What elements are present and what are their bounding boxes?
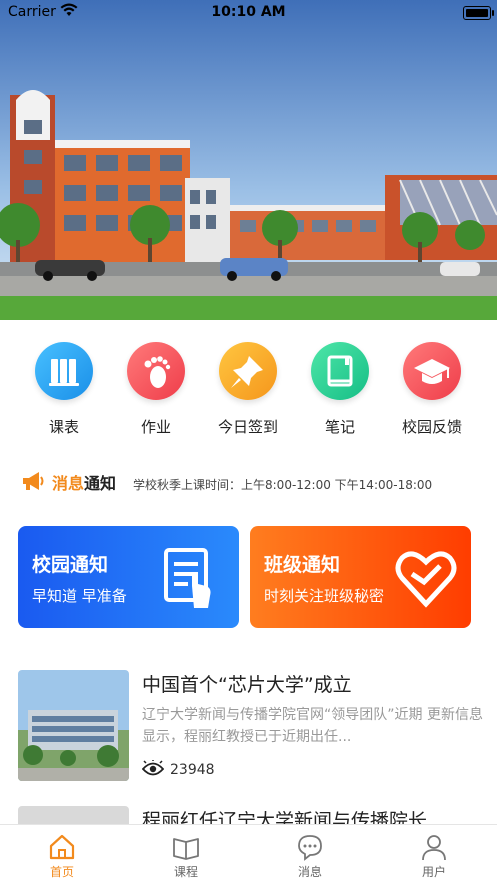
news-views: 23948 <box>141 759 215 778</box>
tab-home[interactable]: 首页 <box>27 833 97 880</box>
tab-label: 消息 <box>297 865 322 879</box>
news-thumbnail <box>18 670 129 781</box>
pin-icon <box>219 342 277 400</box>
tab-label: 课程 <box>173 865 198 879</box>
quick-action-notes[interactable]: 笔记 <box>300 342 380 437</box>
quick-action-label: 校园反馈 <box>401 418 462 436</box>
quick-action-label: 笔记 <box>324 418 355 436</box>
quick-action-checkin[interactable]: 今日签到 <box>208 342 288 437</box>
home-icon <box>49 834 75 860</box>
heart-hand-icon <box>394 546 458 612</box>
message-icon <box>298 835 322 861</box>
quick-action-label: 作业 <box>140 418 171 436</box>
tab-message[interactable]: 消息 <box>275 833 345 880</box>
footprint-icon <box>127 342 185 400</box>
battery-icon <box>463 6 494 20</box>
school-building-image <box>0 0 497 320</box>
card-title: 校园通知 <box>32 554 109 576</box>
notice-label: 通知 <box>84 474 117 493</box>
card-subtitle: 时刻关注班级秘密 <box>264 587 385 605</box>
quick-action-label: 课表 <box>48 418 79 436</box>
class-notice-card[interactable]: 班级通知 时刻关注班级秘密 <box>250 526 471 628</box>
quick-actions: 课表 作业 今日签到 笔记 校园反馈 <box>0 342 497 442</box>
card-title: 班级通知 <box>264 554 341 576</box>
card-subtitle: 早知道 早准备 <box>32 587 127 605</box>
notice-bar[interactable]: 消息 通知 学校秋季上课时间：上午8:00-12:00 下午14:00-18:0… <box>20 470 480 494</box>
hero-banner[interactable] <box>0 0 497 320</box>
clock: 10:10 AM <box>211 4 286 20</box>
view-count: 23948 <box>170 762 215 778</box>
news-title: 程丽红任辽宁大学新闻与传播院长 <box>142 810 428 826</box>
eye-icon <box>141 759 165 776</box>
clipboard-hand-icon <box>160 546 220 614</box>
quick-action-schedule[interactable]: 课表 <box>24 342 104 437</box>
tab-user[interactable]: 用户 <box>399 833 469 880</box>
news-title: 中国首个“芯片大学”成立 <box>142 674 352 696</box>
news-item[interactable]: 程丽红任辽宁大学新闻与传播院长 <box>18 806 478 826</box>
book-icon <box>173 838 199 860</box>
notebook-icon <box>311 342 369 400</box>
notice-text: 学校秋季上课时间：上午8:00-12:00 下午14:00-18:00 <box>133 478 433 492</box>
quick-action-homework[interactable]: 作业 <box>116 342 196 437</box>
quick-action-label: 今日签到 <box>217 418 278 436</box>
tab-course[interactable]: 课程 <box>151 833 221 880</box>
megaphone-icon <box>20 470 46 496</box>
graduation-cap-icon <box>403 342 461 400</box>
tab-bar: 首页 课程 消息 用户 <box>0 824 497 883</box>
quick-action-feedback[interactable]: 校园反馈 <box>392 342 472 437</box>
schedule-icon <box>35 342 93 400</box>
user-icon <box>422 835 446 861</box>
news-item[interactable]: 中国首个“芯片大学”成立 辽宁大学新闻与传播学院官网“领导团队”近期 更新信息显… <box>18 670 483 781</box>
news-description: 辽宁大学新闻与传播学院官网“领导团队”近期 更新信息显示，程丽红教授已于近期出任… <box>142 707 483 745</box>
notice-label-highlight: 消息 <box>52 474 85 493</box>
status-bar: Carrier 10:10 AM <box>0 0 497 26</box>
tab-label: 用户 <box>421 865 446 879</box>
news-thumbnail <box>18 806 129 826</box>
campus-notice-card[interactable]: 校园通知 早知道 早准备 <box>18 526 239 628</box>
tab-label: 首页 <box>49 865 74 879</box>
